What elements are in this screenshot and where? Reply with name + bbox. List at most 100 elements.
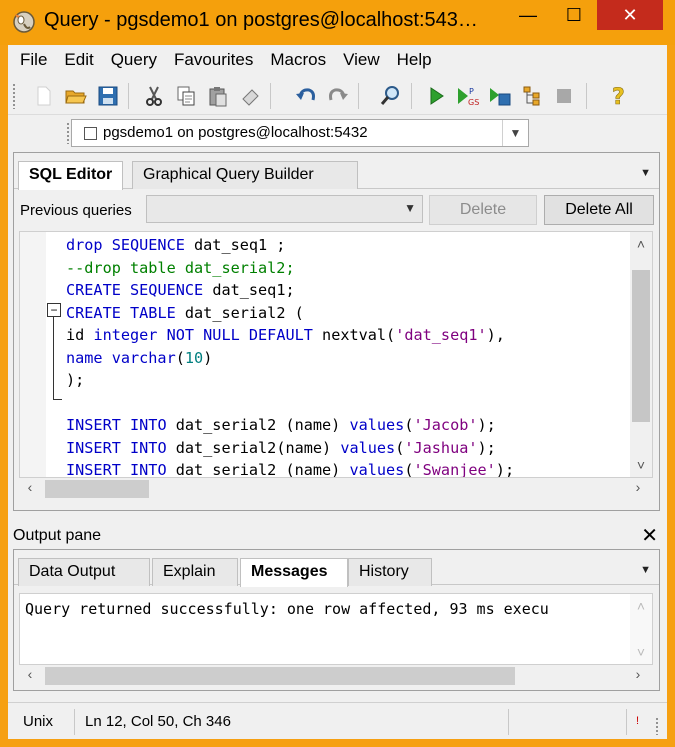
connection-select[interactable]: pgsdemo1 on postgres@localhost:5432 ▼ [71, 119, 529, 147]
editor-vertical-scrollbar[interactable]: ˄ ˅ [630, 232, 652, 477]
menu-edit[interactable]: Edit [55, 50, 101, 70]
minimize-button[interactable]: — [505, 0, 551, 30]
menu-view[interactable]: View [334, 50, 388, 70]
menu-help[interactable]: Help [388, 50, 440, 70]
menu-favourites[interactable]: Favourites [165, 50, 261, 70]
code-token: INTO [130, 461, 176, 478]
tab-data-output[interactable]: Data Output [18, 558, 150, 586]
code-line: ); [66, 369, 626, 392]
cancel-query-button[interactable] [550, 82, 578, 110]
tab-explain[interactable]: Explain [152, 558, 238, 586]
tab-history[interactable]: History [348, 558, 432, 586]
scroll-right-icon[interactable]: › [627, 666, 649, 682]
scrollbar-thumb[interactable] [45, 480, 149, 498]
elephant-app-icon [13, 11, 35, 33]
code-token: ( [395, 438, 405, 457]
scroll-down-icon[interactable]: ˅ [630, 457, 652, 473]
toolbar-grip[interactable] [12, 83, 16, 109]
messages-vertical-scrollbar[interactable]: ˄ ˅ [630, 594, 652, 664]
messages-horizontal-scrollbar[interactable]: ‹ › [19, 665, 653, 687]
toolbar-separator [358, 83, 359, 109]
code-token: INSERT [66, 416, 131, 434]
connection-value: pgsdemo1 on postgres@localhost:5432 [103, 124, 368, 141]
tab-messages[interactable]: Messages [240, 558, 348, 587]
editor-gutter [20, 232, 46, 477]
status-divider [508, 709, 509, 735]
scrollbar-thumb[interactable] [45, 667, 515, 685]
code-line: drop SEQUENCE dat_seq1 ; [66, 234, 626, 257]
help-button[interactable]: ? [606, 82, 634, 110]
copy-button[interactable] [172, 82, 200, 110]
close-button[interactable]: ✕ [597, 0, 663, 30]
toolbar: P GS ? [8, 75, 667, 115]
execute-pgscript-icon: P GS [458, 87, 479, 107]
application-window: Query - pgsdemo1 on postgres@localhost:5… [0, 0, 675, 747]
code-token: INTO [130, 416, 176, 434]
code-token: ( [404, 416, 414, 434]
code-token: ) [203, 348, 213, 367]
connection-bar-grip[interactable] [66, 122, 70, 144]
chevron-down-icon[interactable]: ▼ [502, 120, 528, 146]
code-token: 10 [184, 348, 204, 367]
code-token: ); [495, 461, 515, 478]
maximize-button[interactable]: ☐ [551, 0, 597, 30]
find-button[interactable] [376, 82, 404, 110]
output-panel: Data Output Explain Messages History ▼ Q… [13, 549, 660, 691]
undo-button[interactable] [292, 82, 320, 110]
fold-collapse-icon[interactable]: − [47, 303, 61, 317]
status-divider [626, 709, 627, 735]
code-token: 'dat_seq1' [395, 326, 487, 344]
new-file-button[interactable] [30, 82, 58, 110]
menu-macros[interactable]: Macros [261, 50, 334, 70]
tab-sql-editor[interactable]: SQL Editor [18, 161, 124, 190]
connection-bar: pgsdemo1 on postgres@localhost:5432 ▼ [8, 116, 667, 152]
scroll-right-icon[interactable]: › [627, 479, 649, 495]
tab-graphical-query-builder[interactable]: Graphical Query Builder [132, 161, 358, 189]
menu-bar: File Edit Query Favourites Macros View H… [8, 45, 667, 75]
save-button[interactable] [94, 82, 122, 110]
code-token: drop [66, 236, 112, 254]
scroll-up-icon[interactable]: ˄ [630, 236, 652, 252]
execute-to-file-icon [490, 88, 511, 106]
scroll-down-icon[interactable]: ˅ [630, 644, 652, 660]
scrollbar-thumb[interactable] [632, 270, 650, 422]
paste-button[interactable] [204, 82, 232, 110]
code-line: id integer NOT NULL DEFAULT nextval('dat… [66, 324, 626, 347]
title-bar[interactable]: Query - pgsdemo1 on postgres@localhost:5… [0, 0, 675, 45]
editor-horizontal-scrollbar[interactable]: ‹ › [19, 478, 653, 500]
sql-code-editor[interactable]: − drop SEQUENCE dat_seq1 ; --drop table d… [19, 231, 653, 478]
code-token: values [340, 438, 396, 457]
toolbar-separator [270, 83, 271, 109]
open-file-button[interactable] [62, 82, 90, 110]
scroll-left-icon[interactable]: ‹ [19, 479, 41, 495]
execute-to-file-button[interactable] [486, 82, 514, 110]
toolbar-separator [586, 83, 587, 109]
code-line: CREATE TABLE dat_serial2 ( [66, 302, 626, 325]
menu-file[interactable]: File [8, 50, 55, 70]
redo-button[interactable] [324, 82, 352, 110]
scroll-up-icon[interactable]: ˄ [630, 598, 652, 614]
clear-button[interactable] [236, 82, 264, 110]
code-token: CREATE [66, 303, 131, 322]
code-token: values [349, 461, 405, 478]
sql-editor-panel: SQL Editor Graphical Query Builder ▼ Pre… [13, 152, 660, 511]
code-token: INSERT [66, 461, 131, 478]
cursor-position-status: Ln 12, Col 50, Ch 346 [85, 713, 231, 730]
cut-button[interactable] [140, 82, 168, 110]
query-result-message: Query returned successfully: one row aff… [25, 600, 549, 618]
resize-grip[interactable] [655, 717, 659, 735]
scroll-left-icon[interactable]: ‹ [19, 666, 41, 682]
explain-button[interactable] [518, 82, 546, 110]
delete-button[interactable]: Delete [429, 195, 537, 225]
previous-queries-select[interactable]: ▼ [146, 195, 423, 223]
execute-button[interactable] [422, 82, 450, 110]
menu-query[interactable]: Query [102, 50, 165, 70]
code-token: name [66, 348, 112, 367]
editor-tabs: SQL Editor Graphical Query Builder ▼ [14, 153, 659, 190]
tab-list-menu-icon[interactable]: ▼ [640, 564, 651, 576]
delete-all-button[interactable]: Delete All [544, 195, 654, 225]
messages-output[interactable]: Query returned successfully: one row aff… [19, 593, 653, 665]
output-close-icon[interactable]: ✕ [641, 523, 658, 548]
execute-pgscript-button[interactable]: P GS [454, 82, 482, 110]
tab-list-menu-icon[interactable]: ▼ [640, 167, 651, 179]
